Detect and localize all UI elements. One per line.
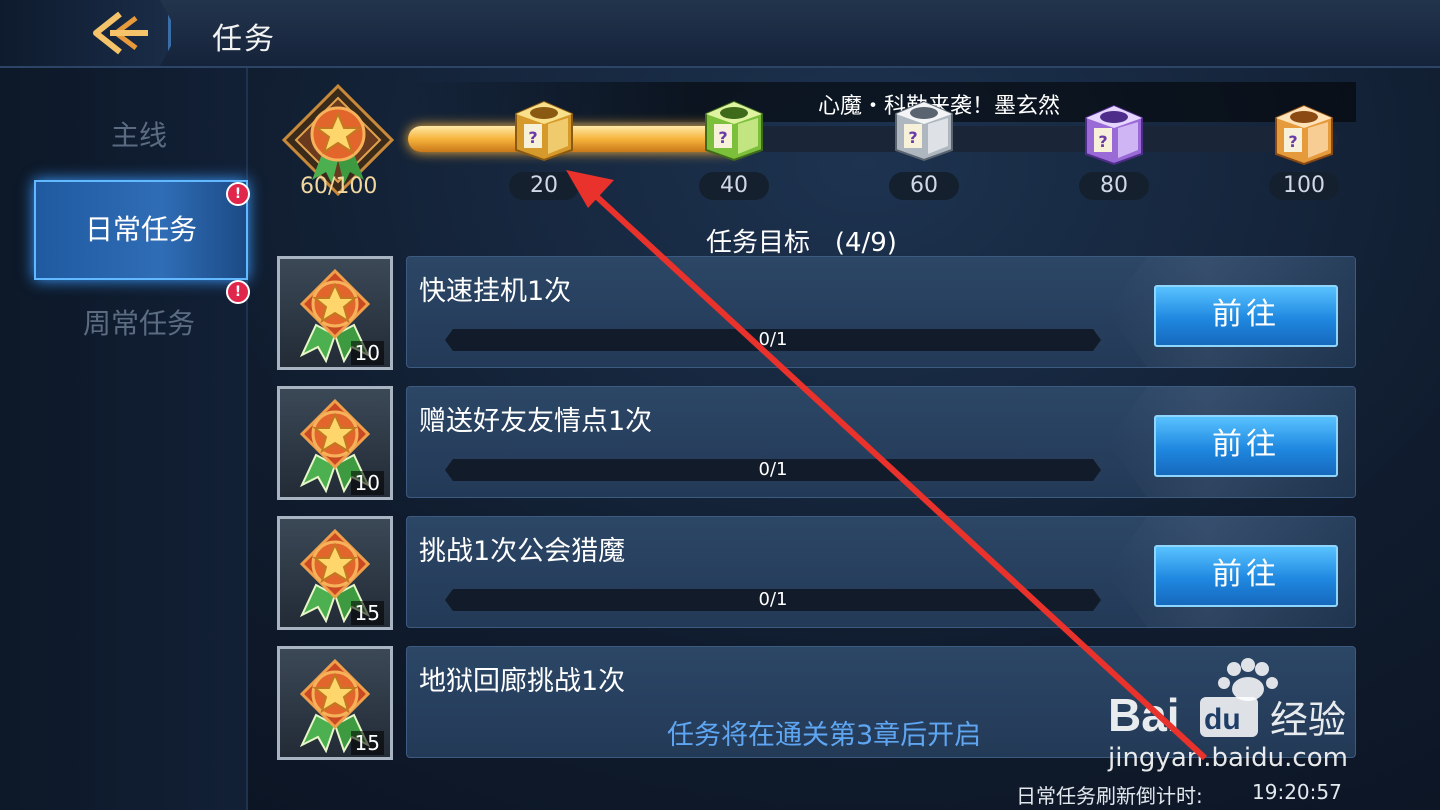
reward-count: 15	[350, 601, 384, 625]
watermark-brand: Bai	[1108, 689, 1180, 741]
reward-chest-40-icon[interactable]: ?	[700, 96, 768, 164]
goals-label: 任务目标	[706, 228, 811, 258]
svg-text:?: ?	[718, 128, 727, 147]
svg-text:du: du	[1204, 703, 1241, 736]
daily-alert-badge: !	[226, 182, 250, 206]
milestone-label: 20	[509, 172, 579, 200]
top-bar: 任务	[0, 0, 1440, 68]
svg-text:?: ?	[528, 128, 537, 147]
svg-text:?: ?	[908, 128, 917, 147]
task-reward-medal: 15	[277, 646, 393, 760]
tab-weekly[interactable]: 周常任务	[34, 276, 244, 372]
go-button[interactable]: 前往	[1154, 545, 1338, 607]
baidu-watermark-logo: Bai du 经验	[1108, 658, 1346, 742]
refresh-countdown-label: 日常任务刷新倒计时:	[1016, 784, 1203, 808]
milestone-label: 100	[1269, 172, 1339, 200]
goals-title: 任务目标 (4/9)	[706, 222, 897, 259]
milestone-label: 40	[699, 172, 769, 200]
goals-count: (4/9)	[834, 228, 897, 258]
svg-text:?: ?	[1288, 132, 1297, 151]
tab-weekly-label: 周常任务	[82, 307, 195, 340]
task-reward-medal: 10	[277, 386, 393, 500]
sidebar: 主线 日常任务 周常任务	[0, 68, 248, 810]
task-reward-medal: 15	[277, 516, 393, 630]
reward-count: 15	[350, 731, 384, 755]
back-arrow-icon	[93, 11, 148, 55]
activity-score: 60/100	[300, 174, 378, 199]
back-button[interactable]	[0, 0, 171, 66]
page-title: 任务	[212, 22, 276, 57]
go-button[interactable]: 前往	[1154, 415, 1338, 477]
task-name: 赠送好友友情点1次	[419, 406, 653, 437]
tab-main[interactable]: 主线	[34, 88, 244, 184]
task-locked-notice: 任务将在通关第3章后开启	[667, 720, 982, 751]
task-name: 地狱回廊挑战1次	[419, 666, 626, 697]
svg-text:?: ?	[1098, 132, 1107, 151]
tab-daily-label: 日常任务	[84, 213, 197, 246]
reward-chest-100-icon[interactable]: ?	[1270, 100, 1338, 168]
reward-count: 10	[350, 341, 384, 365]
refresh-countdown-time: 19:20:57	[1252, 780, 1342, 804]
task-progress-text: 0/1	[758, 589, 788, 610]
task-card: 快速挂机1次 0/1 前往	[406, 256, 1356, 368]
watermark-url: jingyan.baidu.com	[1108, 743, 1348, 773]
task-progress-text: 0/1	[758, 329, 788, 350]
tab-main-label: 主线	[110, 119, 167, 152]
task-card: 挑战1次公会猎魔 0/1 前往	[406, 516, 1356, 628]
task-reward-medal: 10	[277, 256, 393, 370]
svg-text:经验: 经验	[1270, 698, 1346, 742]
task-card: 赠送好友友情点1次 0/1 前往	[406, 386, 1356, 498]
reward-count: 10	[350, 471, 384, 495]
weekly-alert-badge: !	[226, 280, 250, 304]
task-name: 挑战1次公会猎魔	[419, 536, 626, 567]
reward-chest-80-icon[interactable]: ?	[1080, 100, 1148, 168]
milestone-label: 80	[1079, 172, 1149, 200]
tab-daily[interactable]: 日常任务	[34, 180, 248, 280]
task-progress-text: 0/1	[758, 459, 788, 480]
reward-chest-20-icon[interactable]: ?	[510, 96, 578, 164]
go-button[interactable]: 前往	[1154, 285, 1338, 347]
task-name: 快速挂机1次	[419, 276, 572, 307]
milestone-label: 60	[889, 172, 959, 200]
reward-chest-60-icon[interactable]: ?	[890, 96, 958, 164]
